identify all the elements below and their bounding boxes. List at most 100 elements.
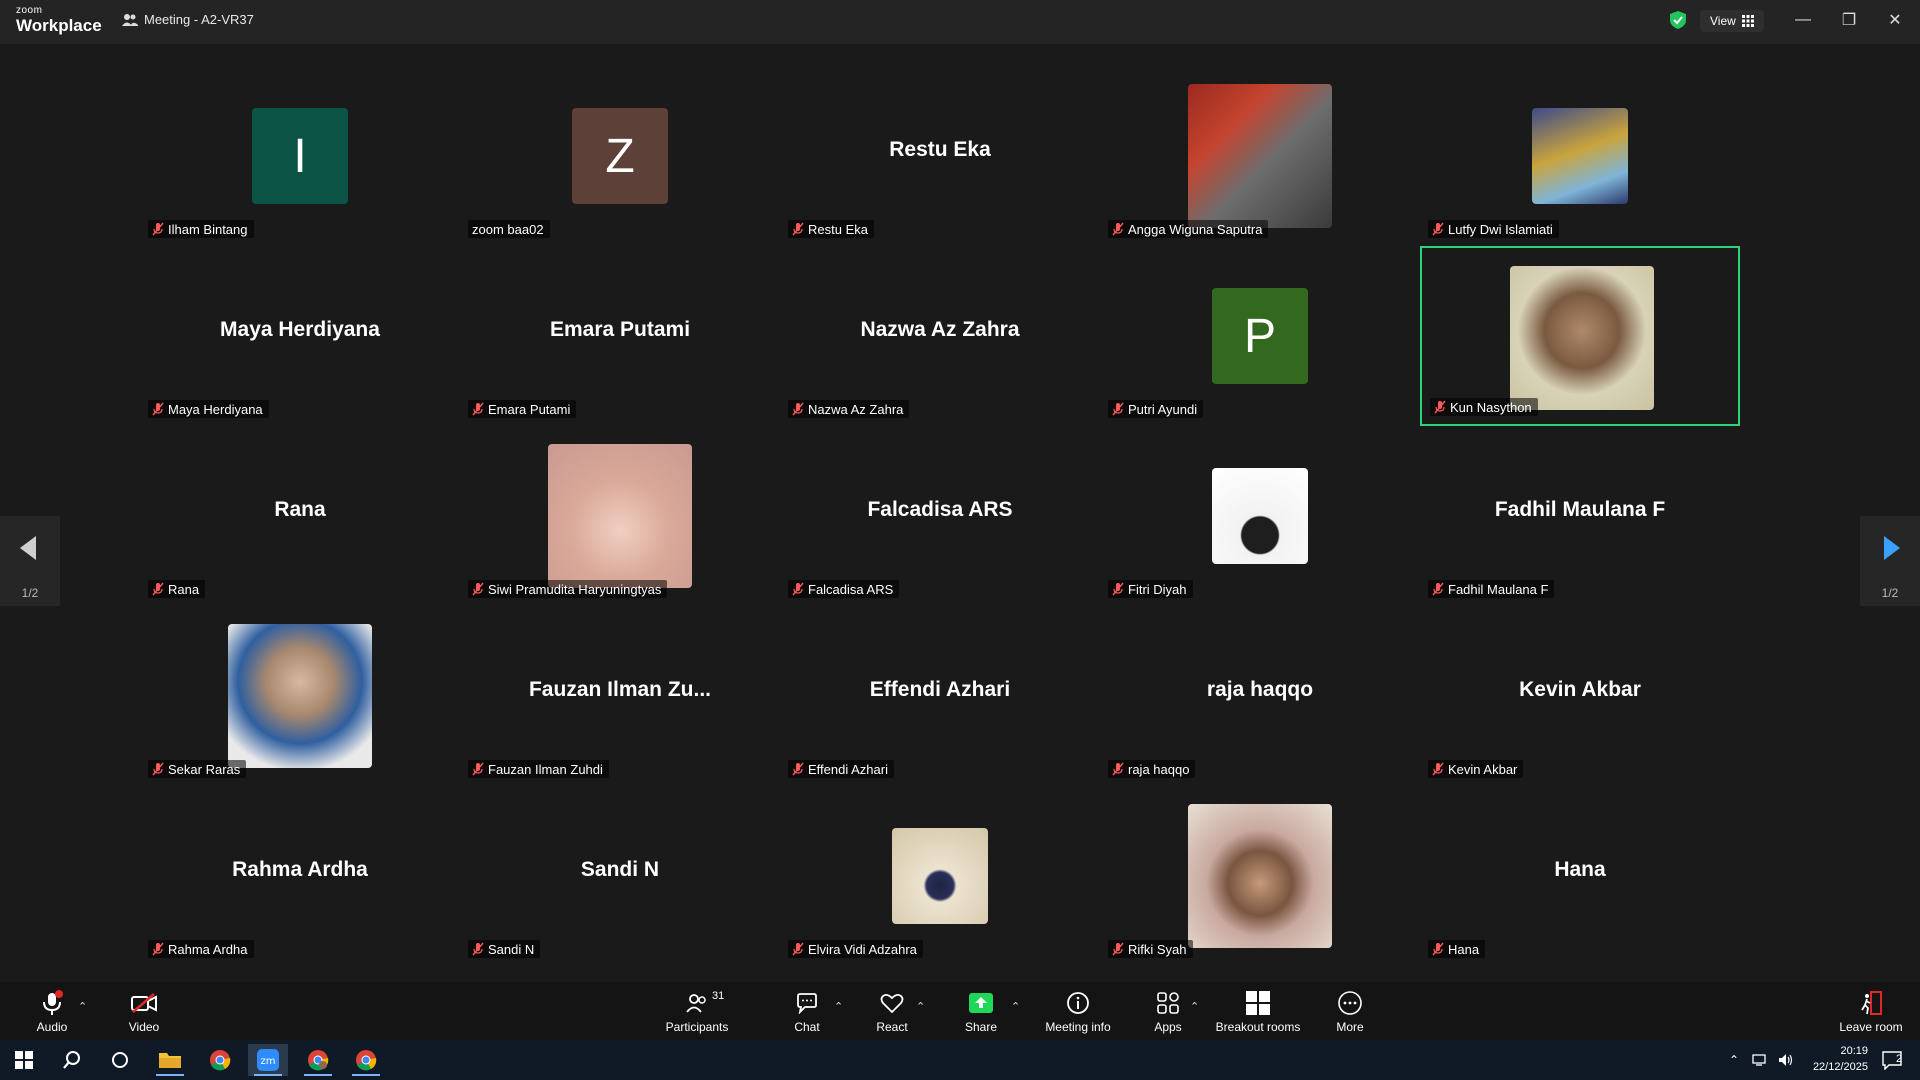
mic-muted-icon bbox=[472, 402, 484, 416]
file-explorer-icon[interactable] bbox=[150, 1044, 190, 1076]
audio-options-caret[interactable]: ⌃ bbox=[78, 1000, 87, 1013]
chrome-profile-icon[interactable] bbox=[298, 1044, 338, 1076]
chat-icon bbox=[797, 993, 817, 1014]
participant-nameplate: Sandi N bbox=[468, 940, 541, 958]
meeting-title: Meeting - A2-VR37 bbox=[122, 12, 254, 27]
participant-tile[interactable]: Angga Wiguna Saputra bbox=[1100, 66, 1420, 246]
heart-icon bbox=[880, 993, 904, 1014]
participant-video bbox=[1510, 266, 1654, 410]
participant-tile[interactable]: Siwi Pramudita Haryuningtyas bbox=[460, 426, 780, 606]
participant-tile[interactable]: Fadhil Maulana F Fadhil Maulana F bbox=[1420, 426, 1740, 606]
participant-tile[interactable]: Rana Rana bbox=[140, 426, 460, 606]
view-button[interactable]: View bbox=[1700, 10, 1764, 32]
participant-tile[interactable]: Elvira Vidi Adzahra bbox=[780, 786, 1100, 966]
cortana-icon[interactable] bbox=[100, 1044, 140, 1076]
mic-muted-icon bbox=[792, 762, 804, 776]
participant-tile[interactable]: Sekar Raras bbox=[140, 606, 460, 786]
react-options-caret[interactable]: ⌃ bbox=[916, 1000, 925, 1013]
mic-muted-icon bbox=[152, 222, 164, 236]
participant-display-name: Sandi N bbox=[580, 858, 660, 881]
participant-name: Siwi Pramudita Haryuningtyas bbox=[488, 581, 662, 597]
participant-nameplate: Falcadisa ARS bbox=[788, 580, 900, 598]
participant-name: zoom baa02 bbox=[472, 221, 544, 237]
apps-options-caret[interactable]: ⌃ bbox=[1190, 1000, 1199, 1013]
chat-options-caret[interactable]: ⌃ bbox=[834, 1000, 843, 1013]
participant-tile[interactable]: Kevin Akbar Kevin Akbar bbox=[1420, 606, 1740, 786]
participant-name: Maya Herdiyana bbox=[168, 401, 263, 417]
participant-tile[interactable]: Effendi Azhari Effendi Azhari bbox=[780, 606, 1100, 786]
leave-room-button[interactable]: Leave room bbox=[1838, 982, 1904, 1040]
participant-video bbox=[228, 624, 372, 768]
participant-tile[interactable]: Emara Putami Emara Putami bbox=[460, 246, 780, 426]
notification-center-icon[interactable]: 2 bbox=[1872, 1044, 1912, 1076]
restore-icon[interactable]: ❐ bbox=[1834, 8, 1864, 32]
participant-tile[interactable]: P Putri Ayundi bbox=[1100, 246, 1420, 426]
more-button[interactable]: More bbox=[1334, 982, 1366, 1040]
audio-button[interactable]: Audio bbox=[30, 982, 74, 1040]
react-button[interactable]: React bbox=[874, 982, 910, 1040]
volume-icon[interactable] bbox=[1772, 1044, 1800, 1076]
participant-nameplate: Emara Putami bbox=[468, 400, 577, 418]
share-button[interactable]: Share bbox=[962, 982, 1000, 1040]
chrome-icon[interactable] bbox=[200, 1044, 240, 1076]
mic-muted-icon bbox=[1432, 762, 1444, 776]
participant-name: Fitri Diyah bbox=[1128, 581, 1187, 597]
meeting-toolbar: Audio ⌃ Video 31 Participants Chat ⌃ Rea… bbox=[0, 982, 1920, 1040]
participant-name: Nazwa Az Zahra bbox=[808, 401, 904, 417]
participant-name: Rifki Syah bbox=[1128, 941, 1187, 957]
participant-nameplate: Sekar Raras bbox=[148, 760, 247, 778]
breakout-rooms-button[interactable]: Breakout rooms bbox=[1214, 982, 1302, 1040]
participant-display-name: Rana bbox=[274, 498, 326, 521]
participant-tile[interactable]: I Ilham Bintang bbox=[140, 66, 460, 246]
video-button[interactable]: Video bbox=[122, 982, 166, 1040]
participant-nameplate: Kun Nasython bbox=[1430, 398, 1538, 416]
mic-muted-icon bbox=[792, 222, 804, 236]
mic-muted-icon bbox=[152, 942, 164, 956]
participants-button[interactable]: 31 Participants bbox=[660, 982, 734, 1040]
participant-nameplate: Rifki Syah bbox=[1108, 940, 1193, 958]
mic-muted-icon bbox=[472, 942, 484, 956]
participant-tile[interactable]: raja haqqo raja haqqo bbox=[1100, 606, 1420, 786]
video-gallery: 1/2 1/2 I Ilham Bintang Zzoom baa02 Restu E… bbox=[0, 44, 1920, 982]
participant-tile[interactable]: Zzoom baa02 bbox=[460, 66, 780, 246]
participant-display-name: Maya Herdiyana bbox=[220, 318, 380, 341]
meeting-info-button[interactable]: Meeting info bbox=[1040, 982, 1116, 1040]
arrow-left-icon bbox=[20, 536, 36, 560]
participant-tile[interactable]: Sandi N Sandi N bbox=[460, 786, 780, 966]
participant-tile[interactable]: Rahma Ardha Rahma Ardha bbox=[140, 786, 460, 966]
participant-name: raja haqqo bbox=[1128, 761, 1190, 777]
participant-tile[interactable]: Hana Hana bbox=[1420, 786, 1740, 966]
close-icon[interactable]: ✕ bbox=[1880, 8, 1910, 32]
participant-tile[interactable]: Maya Herdiyana Maya Herdiyana bbox=[140, 246, 460, 426]
participant-name: Falcadisa ARS bbox=[808, 581, 894, 597]
network-icon[interactable] bbox=[1746, 1044, 1774, 1076]
mic-muted-icon bbox=[792, 402, 804, 416]
participant-tile[interactable]: Nazwa Az Zahra Nazwa Az Zahra bbox=[780, 246, 1100, 426]
chrome-icon-2[interactable] bbox=[346, 1044, 386, 1076]
participant-name: Kun Nasython bbox=[1450, 399, 1532, 415]
participant-tile[interactable]: Rifki Syah bbox=[1100, 786, 1420, 966]
participant-tile[interactable]: Restu Eka Restu Eka bbox=[780, 66, 1100, 246]
mic-muted-icon bbox=[792, 942, 804, 956]
next-page-button[interactable]: 1/2 bbox=[1860, 516, 1920, 606]
windows-start-icon[interactable] bbox=[4, 1044, 44, 1076]
participant-nameplate: Putri Ayundi bbox=[1108, 400, 1204, 418]
participant-video bbox=[1212, 468, 1308, 564]
participant-tile[interactable]: Lutfy Dwi Islamiati bbox=[1420, 66, 1740, 246]
chat-button[interactable]: Chat bbox=[790, 982, 824, 1040]
search-icon[interactable] bbox=[52, 1044, 92, 1076]
apps-button[interactable]: Apps bbox=[1152, 982, 1184, 1040]
zoom-taskbar-icon[interactable]: zm bbox=[248, 1044, 288, 1076]
share-options-caret[interactable]: ⌃ bbox=[1011, 1000, 1020, 1013]
participant-tile[interactable]: Fauzan Ilman Zu... Fauzan Ilman Zuhdi bbox=[460, 606, 780, 786]
participant-video bbox=[1532, 108, 1628, 204]
participant-name: Lutfy Dwi Islamiati bbox=[1448, 221, 1553, 237]
previous-page-button[interactable]: 1/2 bbox=[0, 516, 60, 606]
system-clock[interactable]: 20:19 22/12/2025 bbox=[1813, 1043, 1868, 1075]
participant-nameplate: Fitri Diyah bbox=[1108, 580, 1193, 598]
participant-tile[interactable]: Fitri Diyah bbox=[1100, 426, 1420, 606]
participant-tile[interactable]: Kun Nasython bbox=[1420, 246, 1740, 426]
participant-tile[interactable]: Falcadisa ARS Falcadisa ARS bbox=[780, 426, 1100, 606]
encryption-shield-icon[interactable] bbox=[1669, 10, 1687, 30]
minimize-icon[interactable]: — bbox=[1788, 8, 1818, 32]
